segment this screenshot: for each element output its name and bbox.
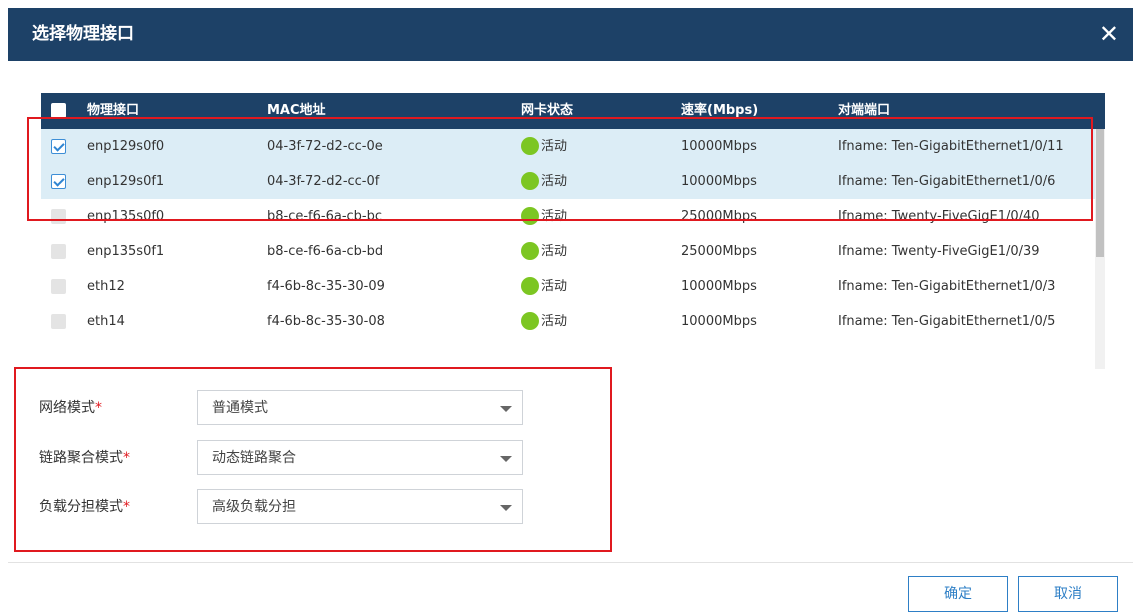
status-active-icon (521, 312, 539, 330)
status-text: 活动 (541, 279, 568, 294)
network-mode-label: 网络模式* (39, 397, 102, 417)
row-checkbox[interactable] (51, 244, 66, 259)
load-sharing-value: 高级负载分担 (212, 499, 296, 515)
scrollbar-thumb[interactable] (1096, 129, 1104, 257)
link-aggregation-value: 动态链路聚合 (212, 450, 296, 466)
table-scrollbar[interactable] (1095, 129, 1105, 369)
load-sharing-label: 负载分担模式* (39, 496, 130, 516)
select-all-checkbox[interactable] (51, 103, 66, 118)
link-aggregation-label: 链路聚合模式* (39, 447, 130, 467)
status-active-icon (521, 242, 539, 260)
chevron-down-icon (500, 505, 512, 511)
load-sharing-select[interactable]: 高级负载分担 (197, 489, 523, 524)
interface-name: enp135s0f1 (87, 244, 165, 259)
table-row[interactable]: eth14 f4-6b-8c-35-30-08 活动 10000Mbps Ifn… (41, 304, 1095, 339)
speed: 10000Mbps (681, 279, 757, 294)
mac-address: f4-6b-8c-35-30-09 (267, 279, 385, 294)
speed: 25000Mbps (681, 244, 757, 259)
status-text: 活动 (541, 244, 568, 259)
confirm-button[interactable]: 确定 (908, 576, 1008, 612)
table-row[interactable]: eth12 f4-6b-8c-35-30-09 活动 10000Mbps Ifn… (41, 269, 1095, 304)
network-mode-label-text: 网络模式 (39, 400, 95, 416)
load-sharing-label-text: 负载分担模式 (39, 499, 123, 515)
chevron-down-icon (500, 456, 512, 462)
selected-rows-highlight (27, 117, 1093, 221)
dialog-title-bar: 选择物理接口 ✕ (8, 8, 1133, 61)
chevron-down-icon (500, 406, 512, 412)
row-checkbox[interactable] (51, 314, 66, 329)
status-active-icon (521, 277, 539, 295)
interface-name: eth12 (87, 279, 125, 294)
cancel-button[interactable]: 取消 (1018, 576, 1118, 612)
network-mode-select[interactable]: 普通模式 (197, 390, 523, 425)
link-aggregation-select[interactable]: 动态链路聚合 (197, 440, 523, 475)
peer-port: Ifname: Ten-GigabitEthernet1/0/3 (838, 279, 1056, 294)
speed: 10000Mbps (681, 314, 757, 329)
peer-port: Ifname: Twenty-FiveGigE1/0/39 (838, 244, 1040, 259)
required-mark: * (123, 450, 130, 466)
network-mode-value: 普通模式 (212, 400, 268, 416)
interface-name: eth14 (87, 314, 125, 329)
link-aggregation-label-text: 链路聚合模式 (39, 450, 123, 466)
required-mark: * (95, 400, 102, 416)
close-icon[interactable]: ✕ (1099, 8, 1119, 61)
mac-address: b8-ce-f6-6a-cb-bd (267, 244, 384, 259)
status-text: 活动 (541, 314, 568, 329)
required-mark: * (123, 499, 130, 515)
dialog-title: 选择物理接口 (32, 24, 134, 44)
mac-address: f4-6b-8c-35-30-08 (267, 314, 385, 329)
table-row[interactable]: enp135s0f1 b8-ce-f6-6a-cb-bd 活动 25000Mbp… (41, 234, 1095, 269)
row-checkbox[interactable] (51, 279, 66, 294)
footer-divider (8, 562, 1133, 563)
peer-port: Ifname: Ten-GigabitEthernet1/0/5 (838, 314, 1056, 329)
